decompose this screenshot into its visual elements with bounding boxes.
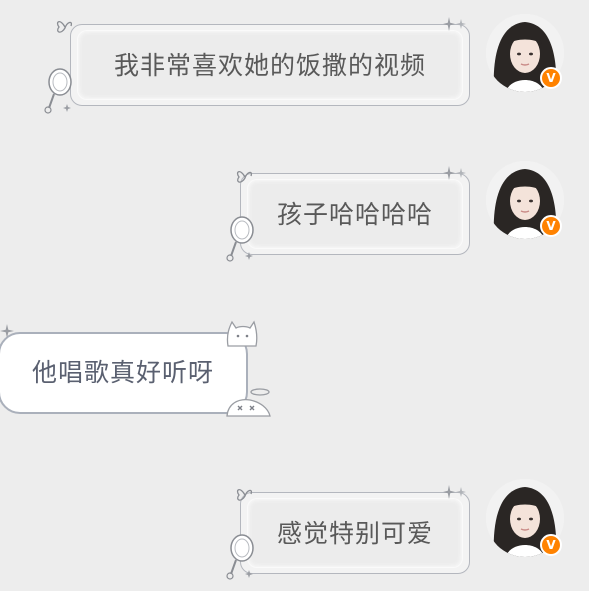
mirror-icon (226, 534, 254, 580)
verified-badge-icon: V (540, 215, 562, 237)
star-icon (0, 324, 14, 338)
mirror-icon (226, 216, 254, 262)
mirror-icon (44, 68, 72, 114)
chat-bubble[interactable]: 感觉特别可爱 (240, 492, 470, 574)
chat-bubble[interactable]: 他唱歌真好听呀 (0, 332, 248, 414)
message-text: 我非常喜欢她的饭撒的视频 (113, 51, 426, 80)
message-text: 他唱歌真好听呀 (31, 358, 214, 387)
message-text: 孩子哈哈哈哈 (276, 200, 433, 229)
butterfly-icon (236, 489, 253, 501)
verified-badge-icon: V (540, 67, 562, 89)
verified-badge-icon: V (540, 534, 562, 556)
cat-halo-icon (226, 388, 271, 417)
chat-bubble[interactable]: 我非常喜欢她的饭撒的视频 (70, 24, 470, 106)
chat-bubble[interactable]: 孩子哈哈哈哈 (240, 173, 470, 255)
sparkle-icon (443, 166, 466, 180)
sparkle-icon (443, 485, 466, 499)
sparkle-icon (443, 17, 466, 31)
cat-icon (226, 320, 258, 347)
butterfly-icon (236, 171, 253, 183)
message-text: 感觉特别可爱 (276, 519, 433, 548)
butterfly-icon (56, 21, 73, 33)
